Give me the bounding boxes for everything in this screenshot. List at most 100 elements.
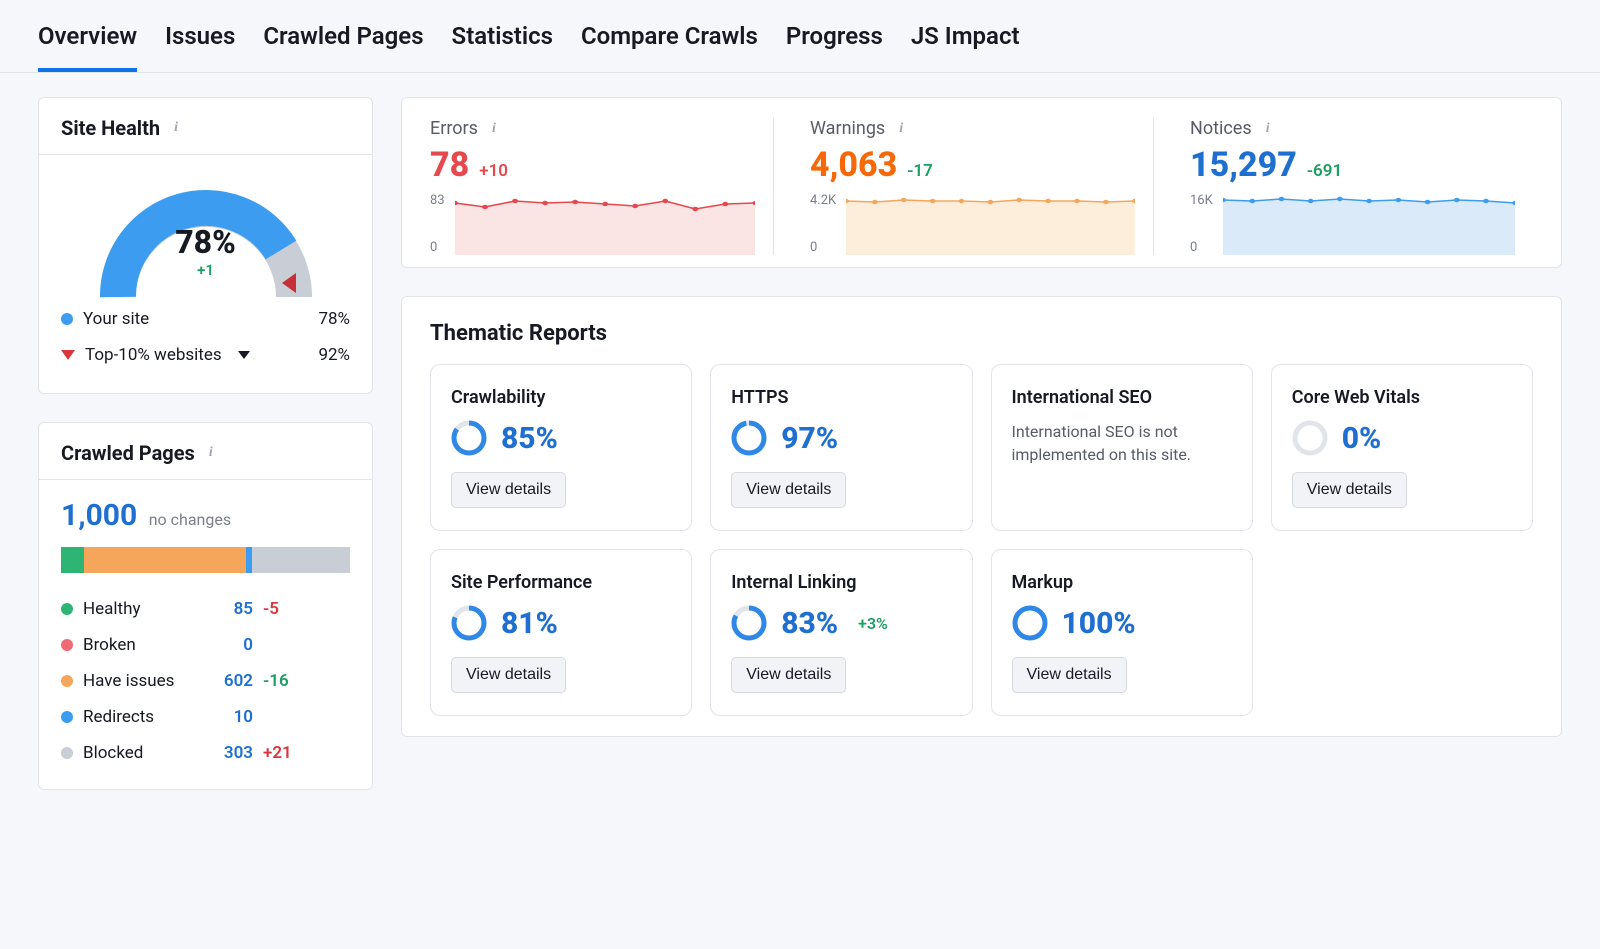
- metric-value: 4,063: [810, 145, 897, 185]
- site-health-card: Site Health i 78% +1 Your site: [38, 97, 373, 394]
- crawled-value: 0: [201, 635, 253, 655]
- view-details-button[interactable]: View details: [731, 472, 846, 508]
- crawled-row[interactable]: Redirects 10: [61, 699, 350, 735]
- metric-errors[interactable]: Errors i 78 +10 83 0: [430, 118, 774, 255]
- report-card: Site Performance 81% View details: [430, 549, 692, 716]
- view-details-button[interactable]: View details: [451, 657, 566, 693]
- site-health-delta: +1: [175, 261, 236, 279]
- crawled-label: Broken: [83, 635, 136, 655]
- report-title: HTTPS: [731, 387, 951, 408]
- report-card: Core Web Vitals 0% View details: [1271, 364, 1533, 531]
- dot-icon: [61, 747, 73, 759]
- legend-label: Top-10% websites: [85, 345, 222, 365]
- legend-your-site: Your site 78%: [61, 301, 350, 337]
- crawled-row[interactable]: Healthy 85 -5: [61, 591, 350, 627]
- metric-delta: +10: [479, 161, 508, 181]
- site-health-percent: 78%: [175, 223, 236, 261]
- bar-segment: [252, 547, 350, 573]
- tab-overview[interactable]: Overview: [38, 22, 137, 72]
- crawled-pages-title: Crawled Pages: [61, 441, 195, 465]
- view-details-button[interactable]: View details: [451, 472, 566, 508]
- metric-label: Notices: [1190, 118, 1252, 139]
- y-min: 0: [430, 240, 445, 255]
- report-title: International SEO: [1012, 387, 1232, 408]
- triangle-down-icon: [61, 350, 75, 360]
- y-max: 16K: [1190, 193, 1213, 208]
- sparkline-warnings: [846, 193, 1135, 255]
- y-min: 0: [810, 240, 836, 255]
- dot-icon: [61, 313, 73, 325]
- report-title: Crawlability: [451, 387, 671, 408]
- tab-crawled-pages[interactable]: Crawled Pages: [263, 22, 423, 72]
- y-max: 4.2K: [810, 193, 836, 208]
- crawled-bar: [61, 547, 350, 573]
- sparkline-notices: [1223, 193, 1515, 255]
- report-percent: 100%: [1062, 606, 1136, 641]
- report-percent: 0%: [1342, 421, 1382, 456]
- dot-icon: [61, 639, 73, 651]
- donut-icon: [1012, 605, 1048, 641]
- report-card: HTTPS 97% View details: [710, 364, 972, 531]
- metric-label: Warnings: [810, 118, 885, 139]
- report-delta: +3%: [858, 614, 888, 633]
- info-icon[interactable]: i: [1260, 121, 1276, 137]
- report-title: Internal Linking: [731, 572, 951, 593]
- view-details-button[interactable]: View details: [1012, 657, 1127, 693]
- tab-compare-crawls[interactable]: Compare Crawls: [581, 22, 758, 72]
- crawled-value: 602: [201, 671, 253, 691]
- metric-value: 15,297: [1190, 145, 1297, 185]
- report-card: Internal Linking 83% +3% View details: [710, 549, 972, 716]
- info-icon[interactable]: i: [893, 121, 909, 137]
- legend-value: 78%: [318, 309, 350, 329]
- thematic-title: Thematic Reports: [402, 297, 1561, 364]
- crawled-delta: +21: [263, 743, 292, 763]
- report-title: Core Web Vitals: [1292, 387, 1512, 408]
- info-icon[interactable]: i: [486, 121, 502, 137]
- donut-icon: [1292, 420, 1328, 456]
- report-title: Markup: [1012, 572, 1232, 593]
- metric-delta: -691: [1307, 161, 1342, 181]
- legend-top10[interactable]: Top-10% websites 92%: [61, 337, 350, 373]
- crawled-label: Healthy: [83, 599, 141, 619]
- report-title: Site Performance: [451, 572, 671, 593]
- y-max: 83: [430, 193, 445, 208]
- crawled-change: no changes: [149, 510, 231, 529]
- view-details-button[interactable]: View details: [1292, 472, 1407, 508]
- metric-warnings[interactable]: Warnings i 4,063 -17 4.2K 0: [810, 118, 1154, 255]
- metric-notices[interactable]: Notices i 15,297 -691 16K 0: [1190, 118, 1533, 255]
- crawled-value: 10: [201, 707, 253, 727]
- report-percent: 81%: [501, 606, 558, 641]
- crawled-label: Have issues: [83, 671, 174, 691]
- donut-icon: [731, 605, 767, 641]
- report-percent: 97%: [781, 421, 838, 456]
- crawled-row[interactable]: Broken 0: [61, 627, 350, 663]
- thematic-reports: Thematic Reports Crawlability 85% View d…: [401, 296, 1562, 737]
- view-details-button[interactable]: View details: [731, 657, 846, 693]
- crawled-row[interactable]: Have issues 602 -16: [61, 663, 350, 699]
- crawled-delta: -16: [263, 671, 289, 691]
- dot-icon: [61, 603, 73, 615]
- report-card: Crawlability 85% View details: [430, 364, 692, 531]
- crawled-pages-card: Crawled Pages i 1,000 no changes Healthy…: [38, 422, 373, 790]
- info-icon[interactable]: i: [203, 445, 219, 461]
- donut-icon: [451, 420, 487, 456]
- crawled-label: Redirects: [83, 707, 154, 727]
- tab-issues[interactable]: Issues: [165, 22, 235, 72]
- info-icon[interactable]: i: [168, 120, 184, 136]
- bar-segment: [84, 547, 246, 573]
- legend-value: 92%: [318, 345, 350, 365]
- crawled-row[interactable]: Blocked 303 +21: [61, 735, 350, 771]
- tab-progress[interactable]: Progress: [786, 22, 883, 72]
- crawled-total: 1,000: [61, 498, 137, 533]
- metric-delta: -17: [907, 161, 933, 181]
- crawled-value: 303: [201, 743, 253, 763]
- crawled-delta: -5: [263, 599, 279, 619]
- top-metrics: Errors i 78 +10 83 0: [401, 97, 1562, 268]
- tab-js-impact[interactable]: JS Impact: [911, 22, 1020, 72]
- donut-icon: [731, 420, 767, 456]
- chevron-down-icon: [238, 351, 250, 359]
- report-card: Markup 100% View details: [991, 549, 1253, 716]
- tab-statistics[interactable]: Statistics: [452, 22, 553, 72]
- legend-label: Your site: [83, 309, 149, 329]
- dot-icon: [61, 711, 73, 723]
